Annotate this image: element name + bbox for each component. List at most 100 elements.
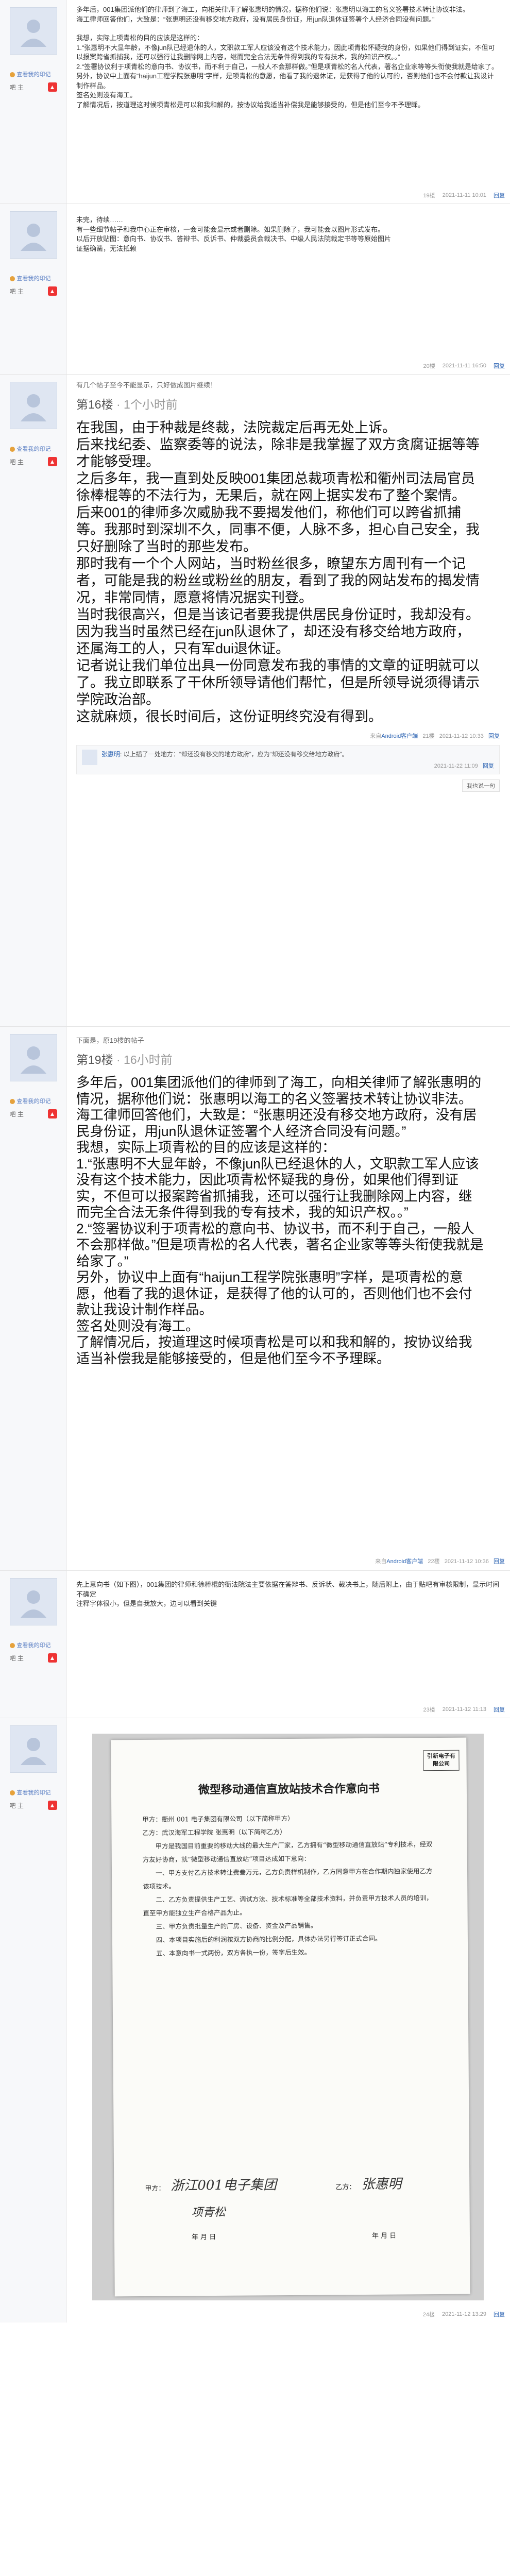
post-content: 下面是，原19楼的帖子 第19楼 · 16小时前 多年后，001集团派他们的律师…: [67, 1027, 510, 1570]
flag-icon: ▲: [47, 286, 57, 296]
floor-number: 20楼: [423, 363, 435, 369]
party-a-label: 甲方：: [145, 2184, 165, 2193]
post-text: 记者说让我们单位出具一份同意发布我的事情的文章的证明就可以了。我立即联系了干休所…: [76, 658, 480, 707]
sub-reply: 张惠明: 以上插了一处地方：“却还没有移交的地方政府”，应为“却还没有移交给地方…: [76, 745, 500, 774]
sub-reply-user[interactable]: 张惠明: [101, 751, 120, 758]
floor-number: 19楼: [423, 193, 435, 199]
embedded-floor-time: · 16小时前: [116, 1053, 173, 1066]
badge-link[interactable]: 查看我的印记: [9, 1097, 57, 1105]
level-label: 吧 主: [9, 83, 24, 91]
document-photo[interactable]: 引新电子有限公司 微型移动通信直放站技术合作意向书 甲方：衢州 001 电子集团…: [92, 1734, 484, 2300]
embedded-floor-header: 第16楼 · 1个小时前: [76, 395, 500, 412]
embedded-screenshot-text: 多年后，001集团派他们的律师到了海工，向相关律师了解张惠明的情况，据称他们说：…: [76, 1075, 500, 1367]
avatar[interactable]: [9, 382, 57, 429]
sub-reply-button[interactable]: 回复: [483, 763, 494, 769]
client-link[interactable]: Android客户端: [381, 733, 418, 739]
medal-icon: [9, 1790, 15, 1796]
post-time: 2021-11-12 10:33: [439, 733, 484, 739]
badge-link[interactable]: 查看我的印记: [9, 1641, 57, 1649]
post-text: 另外，协议中上面有“haijun工程学院张惠明”字样，是项青松的意愿，他看了我的…: [76, 1269, 472, 1317]
avatar[interactable]: [9, 1725, 57, 1773]
floor-number: 22楼: [428, 1558, 440, 1565]
post-text: 了解情况后，按道理这时候项青松是可以和我和解的，按协议给我适当补偿我是能够接受的…: [76, 1334, 472, 1366]
post-text: 先上意向书（如下图），001集团的律师和徐棒棍的衙法院法主要依据在答辩书、反诉状…: [76, 1581, 500, 1598]
document-line: 一、甲方支付乙方技术转让费叁万元，乙方负责样机制作，乙方同意甲方在合作期内独家使…: [143, 1867, 433, 1890]
document-line: 二、乙方负责提供生产工艺、调试方法、技术标准等全部技术资料，并负责甲方技术人员的…: [143, 1894, 433, 1917]
post-text: 我想，实际上项青松的目的应该是这样的：: [76, 34, 204, 42]
author-name[interactable]: [0, 1777, 66, 1785]
level-row: 吧 主 ▲: [10, 457, 57, 466]
avatar[interactable]: [9, 1034, 57, 1081]
reply-button[interactable]: 回复: [494, 362, 505, 370]
embedded-floor-number: 第19楼: [76, 1053, 113, 1066]
reply-button[interactable]: 回复: [494, 191, 505, 199]
post-floor-19: 查看我的印记 吧 主 ▲ 多年后，001集团派他们的律师到了海工，向相关律师了解张…: [0, 0, 510, 204]
author-name[interactable]: [0, 433, 66, 442]
author-name[interactable]: [0, 1630, 66, 1638]
medal-icon: [9, 447, 15, 452]
reply-button[interactable]: 回复: [494, 1705, 505, 1714]
post-text: 海工律师回答他们，大致是：“张惠明还没有移交地方政府，没有居民身份证，用jun队…: [76, 1107, 477, 1139]
post-text: 签名处则没有海工。: [76, 91, 137, 99]
source-prefix: 来自: [375, 1558, 387, 1565]
avatar[interactable]: [9, 7, 57, 55]
party-b-signature: 张惠明: [361, 2176, 402, 2193]
post-footer: 20楼 2021-11-11 16:50 回复: [416, 362, 505, 370]
badge-link[interactable]: 查看我的印记: [9, 274, 57, 282]
document-paper: 引新电子有限公司 微型移动通信直放站技术合作意向书 甲方：衢州 001 电子集团…: [111, 1737, 470, 2297]
badge-link[interactable]: 查看我的印记: [9, 445, 57, 453]
level-label: 吧 主: [9, 458, 24, 466]
default-avatar-icon: [20, 1590, 46, 1618]
post-time: 2021-11-11 10:01: [442, 192, 486, 198]
party-a-signature: 浙江001电子集团: [171, 2177, 277, 2194]
embedded-floor-header: 第19楼 · 16小时前: [76, 1050, 500, 1067]
post-footer: 24楼 2021-11-12 13:29 回复: [416, 2310, 505, 2318]
default-avatar-icon: [20, 20, 46, 47]
default-avatar-icon: [20, 224, 46, 251]
reply-button[interactable]: 回复: [494, 1558, 505, 1565]
sub-reply-avatar[interactable]: [82, 750, 97, 765]
flag-icon: ▲: [47, 82, 57, 92]
badge-label: 查看我的印记: [16, 1790, 51, 1796]
badge-link[interactable]: 查看我的印记: [9, 70, 57, 78]
flag-icon: ▲: [47, 1801, 57, 1810]
default-avatar-icon: [20, 394, 46, 421]
floor-number: 23楼: [423, 1707, 435, 1713]
client-link[interactable]: Android客户端: [386, 1558, 423, 1565]
post-text: 2.“签署协议利于项青松的意向书、协议书，而不利于自己，一般人不会那样做。”但是…: [76, 62, 499, 71]
author-panel: 查看我的印记 吧 主 ▲: [0, 1718, 67, 2323]
author-name[interactable]: [0, 263, 66, 271]
post-content: 有几个帖子至今不能显示，只好做成图片继续！ 第16楼 · 1个小时前 在我国，由…: [67, 375, 510, 1026]
post-text: 在我国，由于种裁是终裁，法院裁定后再无处上诉。: [76, 420, 396, 435]
reply-button[interactable]: 回复: [494, 2310, 505, 2318]
party-b-label: 乙方：: [335, 2183, 356, 2192]
flag-icon: ▲: [47, 1109, 57, 1118]
author-name[interactable]: [0, 59, 66, 67]
post-text: 1.“张惠明不大显年龄，不像jun队已经退休的人，文职款工军人应该没有这个技术能…: [76, 43, 495, 61]
badge-link[interactable]: 查看我的印记: [9, 1788, 57, 1797]
say-something-button[interactable]: 我也说一句: [462, 779, 500, 792]
post-text: 以后开放贴图：意向书、协议书、答辩书、反诉书、仲裁委员会裁决书、中级人民法院裁定…: [76, 235, 392, 243]
avatar[interactable]: [9, 211, 57, 259]
post-floor-21: 查看我的印记 吧 主 ▲ 有几个帖子至今不能显示，只好做成图片继续！ 第16楼 ·…: [0, 375, 510, 1027]
level-row: 吧 主 ▲: [10, 286, 57, 296]
avatar[interactable]: [9, 1578, 57, 1625]
party-a-signer: 项青松: [191, 2206, 226, 2219]
author-panel: 查看我的印记 吧 主 ▲: [0, 375, 67, 1026]
post-text: [76, 24, 500, 33]
badge-label: 查看我的印记: [16, 446, 51, 452]
reply-button[interactable]: 回复: [488, 733, 500, 739]
post-text: 我想，实际上项青松的目的应该是这样的：: [76, 1140, 336, 1155]
medal-icon: [9, 72, 15, 78]
post-text: 之后多年，我一直到处反映001集团总裁项青松和衢州司法局官员徐棒棍等的不法行为，…: [76, 471, 475, 503]
post-floor-23: 查看我的印记 吧 主 ▲ 先上意向书（如下图），001集团的律师和徐棒棍的衙法院法…: [0, 1571, 510, 1718]
post-text: 后来001的律师多次威胁我不要揭发他们，称他们可以跨省抓捕等。我那时到深圳不久，…: [76, 505, 480, 554]
flag-icon: ▲: [47, 1653, 57, 1663]
post-text: 未完，待续……: [76, 216, 124, 224]
sub-reply-text: 以上插了一处地方：“却还没有移交的地方政府”，应为“却还没有移交给地方政府”。: [123, 751, 348, 758]
post-footer: 23楼 2021-11-12 11:13 回复: [416, 1705, 505, 1714]
post-text: 了解情况后，按道理这时候项青松是可以和我和解的，按协议给我适当补偿我是能够接受的…: [76, 100, 425, 109]
level-row: 吧 主 ▲: [10, 82, 57, 92]
sub-reply-time: 2021-11-22 11:09: [434, 763, 478, 769]
author-name[interactable]: [0, 1086, 66, 1094]
